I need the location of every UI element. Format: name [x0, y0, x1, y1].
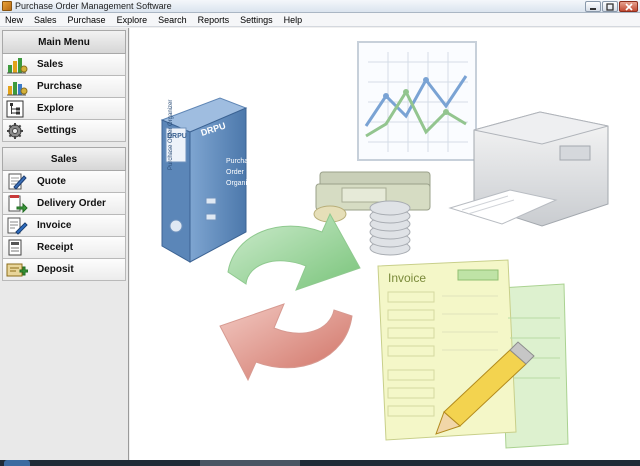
chart-board-image: [357, 41, 477, 161]
binder-image: DRPU DRPU Purchase Order Organizer Purch…: [160, 97, 257, 263]
app-icon: [2, 1, 12, 11]
minimize-icon: [590, 7, 596, 10]
binder-cover-line-2: Order: [226, 169, 245, 176]
sales-chart-icon: [6, 56, 28, 74]
sales-section-header: Sales: [2, 147, 126, 171]
close-icon: [624, 2, 633, 11]
maximize-button[interactable]: [602, 1, 618, 12]
taskbar-window-button[interactable]: [200, 460, 300, 466]
sidebar-item-invoice[interactable]: Invoice: [2, 215, 126, 237]
sidebar-item-sales[interactable]: Sales: [2, 54, 126, 76]
invoice-title-label: Invoice: [388, 271, 426, 285]
sidebar-item-label: Purchase: [37, 81, 83, 92]
sidebar-item-purchase[interactable]: Purchase: [2, 76, 126, 98]
sidebar-item-label: Deposit: [37, 264, 74, 275]
main-menu-header: Main Menu: [2, 30, 126, 54]
invoice-icon: [6, 217, 28, 235]
menu-purchase[interactable]: Purchase: [68, 15, 106, 25]
explore-tree-icon: [6, 100, 28, 118]
title-bar[interactable]: Purchase Order Management Software: [0, 0, 640, 13]
gear-icon: [6, 122, 28, 140]
menu-sales[interactable]: Sales: [34, 15, 57, 25]
invoice-documents-image: Invoice: [377, 259, 569, 449]
sidebar-item-settings[interactable]: Settings: [2, 120, 126, 142]
receipt-icon: [6, 239, 28, 257]
sidebar-item-label: Delivery Order: [37, 198, 106, 209]
sidebar-item-label: Receipt: [37, 242, 74, 253]
sidebar-item-delivery-order[interactable]: Delivery Order: [2, 193, 126, 215]
binder-cover-line-1: Purchase: [226, 158, 256, 165]
refresh-arrows-image: [219, 212, 361, 382]
purchase-chart-icon: [6, 78, 28, 96]
app-window: Purchase Order Management Software New S…: [0, 0, 640, 466]
sidebar: Main Menu Sales Purchase Explore Setting…: [0, 28, 129, 460]
sidebar-item-deposit[interactable]: Deposit: [2, 259, 126, 281]
sidebar-item-label: Explore: [37, 103, 74, 114]
taskbar: [0, 460, 640, 466]
illustration: DRPU DRPU Purchase Order Organizer Purch…: [160, 41, 609, 449]
menu-search[interactable]: Search: [158, 15, 187, 25]
menu-explore[interactable]: Explore: [117, 15, 148, 25]
close-button[interactable]: [619, 1, 638, 12]
sidebar-item-label: Sales: [37, 59, 64, 70]
main-content: DRPU DRPU Purchase Order Organizer Purch…: [130, 28, 640, 460]
binder-spine-label: Purchase Order Organizer: [168, 100, 174, 170]
sidebar-item-label: Settings: [37, 125, 77, 136]
sidebar-item-explore[interactable]: Explore: [2, 98, 126, 120]
quote-icon: [6, 173, 28, 191]
menu-new[interactable]: New: [5, 15, 23, 25]
deposit-icon: [6, 261, 29, 279]
menu-reports[interactable]: Reports: [198, 15, 230, 25]
binder-cover-line-3: Organizer: [226, 180, 257, 187]
window-title: Purchase Order Management Software: [15, 1, 172, 11]
maximize-icon: [606, 2, 614, 11]
sidebar-item-label: Invoice: [37, 220, 72, 231]
menu-help[interactable]: Help: [284, 15, 303, 25]
delivery-order-icon: [6, 194, 28, 213]
menu-bar: New Sales Purchase Explore Search Report…: [0, 13, 640, 27]
sidebar-item-receipt[interactable]: Receipt: [2, 237, 126, 259]
minimize-button[interactable]: [585, 1, 601, 12]
menu-settings[interactable]: Settings: [240, 15, 273, 25]
start-button[interactable]: [4, 460, 30, 466]
sidebar-item-label: Quote: [37, 176, 66, 187]
sidebar-item-quote[interactable]: Quote: [2, 171, 126, 193]
